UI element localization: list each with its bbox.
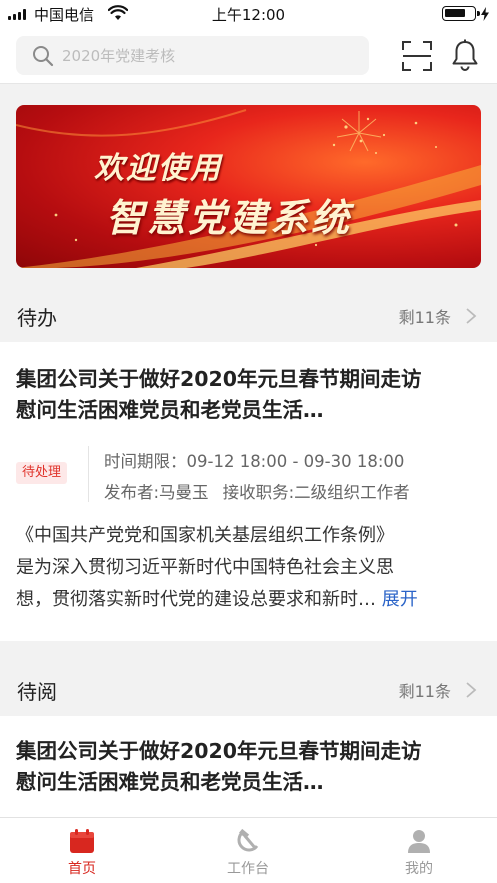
status-badge: 待处理 [16,462,68,484]
top-header [0,28,497,84]
search-bar[interactable] [16,36,369,75]
deadline-text: 时间期限：09-12 18:00 - 09-30 18:00 [104,452,405,471]
tab-mine-label: 我的 [405,861,433,877]
desc-line-2: 是为深入贯彻习近平新时代中国特色社会主义思 [16,557,394,578]
battery-icon [442,6,480,21]
tab-workbench-label: 工作台 [227,861,269,877]
expand-link[interactable]: 展开 [382,589,418,610]
charging-icon [481,7,489,21]
banner-system-name: 智慧党建系统 [106,196,353,240]
tab-workbench[interactable]: 工作台 [188,818,308,883]
publisher-text: 发布者:马曼玉 [104,483,209,502]
divider [88,446,89,502]
tab-home-label: 首页 [68,861,96,877]
toread-card-title[interactable]: 集团公司关于做好2020年元旦春节期间走访 慰问生活困难党员和老党员生活… [16,736,484,798]
todo-section-header[interactable]: 待办 剩11条 [0,290,497,342]
welcome-banner[interactable]: 欢迎使用 智慧党建系统 [16,105,481,268]
calendar-icon [70,829,94,853]
todo-title-line-1: 集团公司关于做好2020年元旦春节期间走访 [16,367,422,391]
todo-description: 《中国共产党党和国家机关基层组织工作条例》 是为深入贯彻习近平新时代中国特色社会… [16,520,486,616]
banner-welcome-text: 欢迎使用 [94,151,222,186]
desc-line-1: 《中国共产党党和国家机关基层组织工作条例》 [16,525,394,546]
bottom-tab-bar: 首页 工作台 我的 [0,817,497,883]
chevron-right-icon[interactable] [465,681,477,699]
toread-title-line-1: 集团公司关于做好2020年元旦春节期间走访 [16,739,422,763]
toread-remaining-count[interactable]: 剩11条 [399,678,451,702]
clock: 上午12:00 [211,6,286,24]
scan-icon[interactable] [402,41,432,71]
receiver-position-text: 接收职务:二级组织工作者 [222,483,410,502]
toread-section-header[interactable]: 待阅 剩11条 [0,664,497,716]
meta-info: 发布者:马曼玉 接收职务:二级组织工作者 [104,479,410,503]
todo-title-line-2: 慰问生活困难党员和老党员生活… [16,398,324,422]
toread-title-line-2: 慰问生活困难党员和老党员生活… [16,770,324,794]
search-input[interactable] [62,44,362,67]
bell-icon[interactable] [451,39,479,71]
chevron-right-icon[interactable] [465,307,477,325]
todo-section-title: 待办 [17,306,57,330]
user-icon [408,830,430,853]
desc-line-3: 想，贯彻落实新时代党的建设总要求和新时… 展开 [16,589,418,610]
toread-section-title: 待阅 [17,680,57,704]
status-bar: 中国电信 上午12:00 [0,0,497,28]
todo-card[interactable]: 集团公司关于做好2020年元旦春节期间走访 慰问生活困难党员和老党员生活… 待处… [0,342,497,641]
toread-card[interactable]: 集团公司关于做好2020年元旦春节期间走访 慰问生活困难党员和老党员生活… [0,716,497,817]
tab-mine[interactable]: 我的 [359,818,479,883]
hammer-sickle-icon [237,828,259,852]
tab-home[interactable]: 首页 [22,818,142,883]
search-icon [33,46,54,67]
todo-card-title[interactable]: 集团公司关于做好2020年元旦春节期间走访 慰问生活困难党员和老党员生活… [16,364,484,426]
todo-remaining-count[interactable]: 剩11条 [399,304,451,328]
